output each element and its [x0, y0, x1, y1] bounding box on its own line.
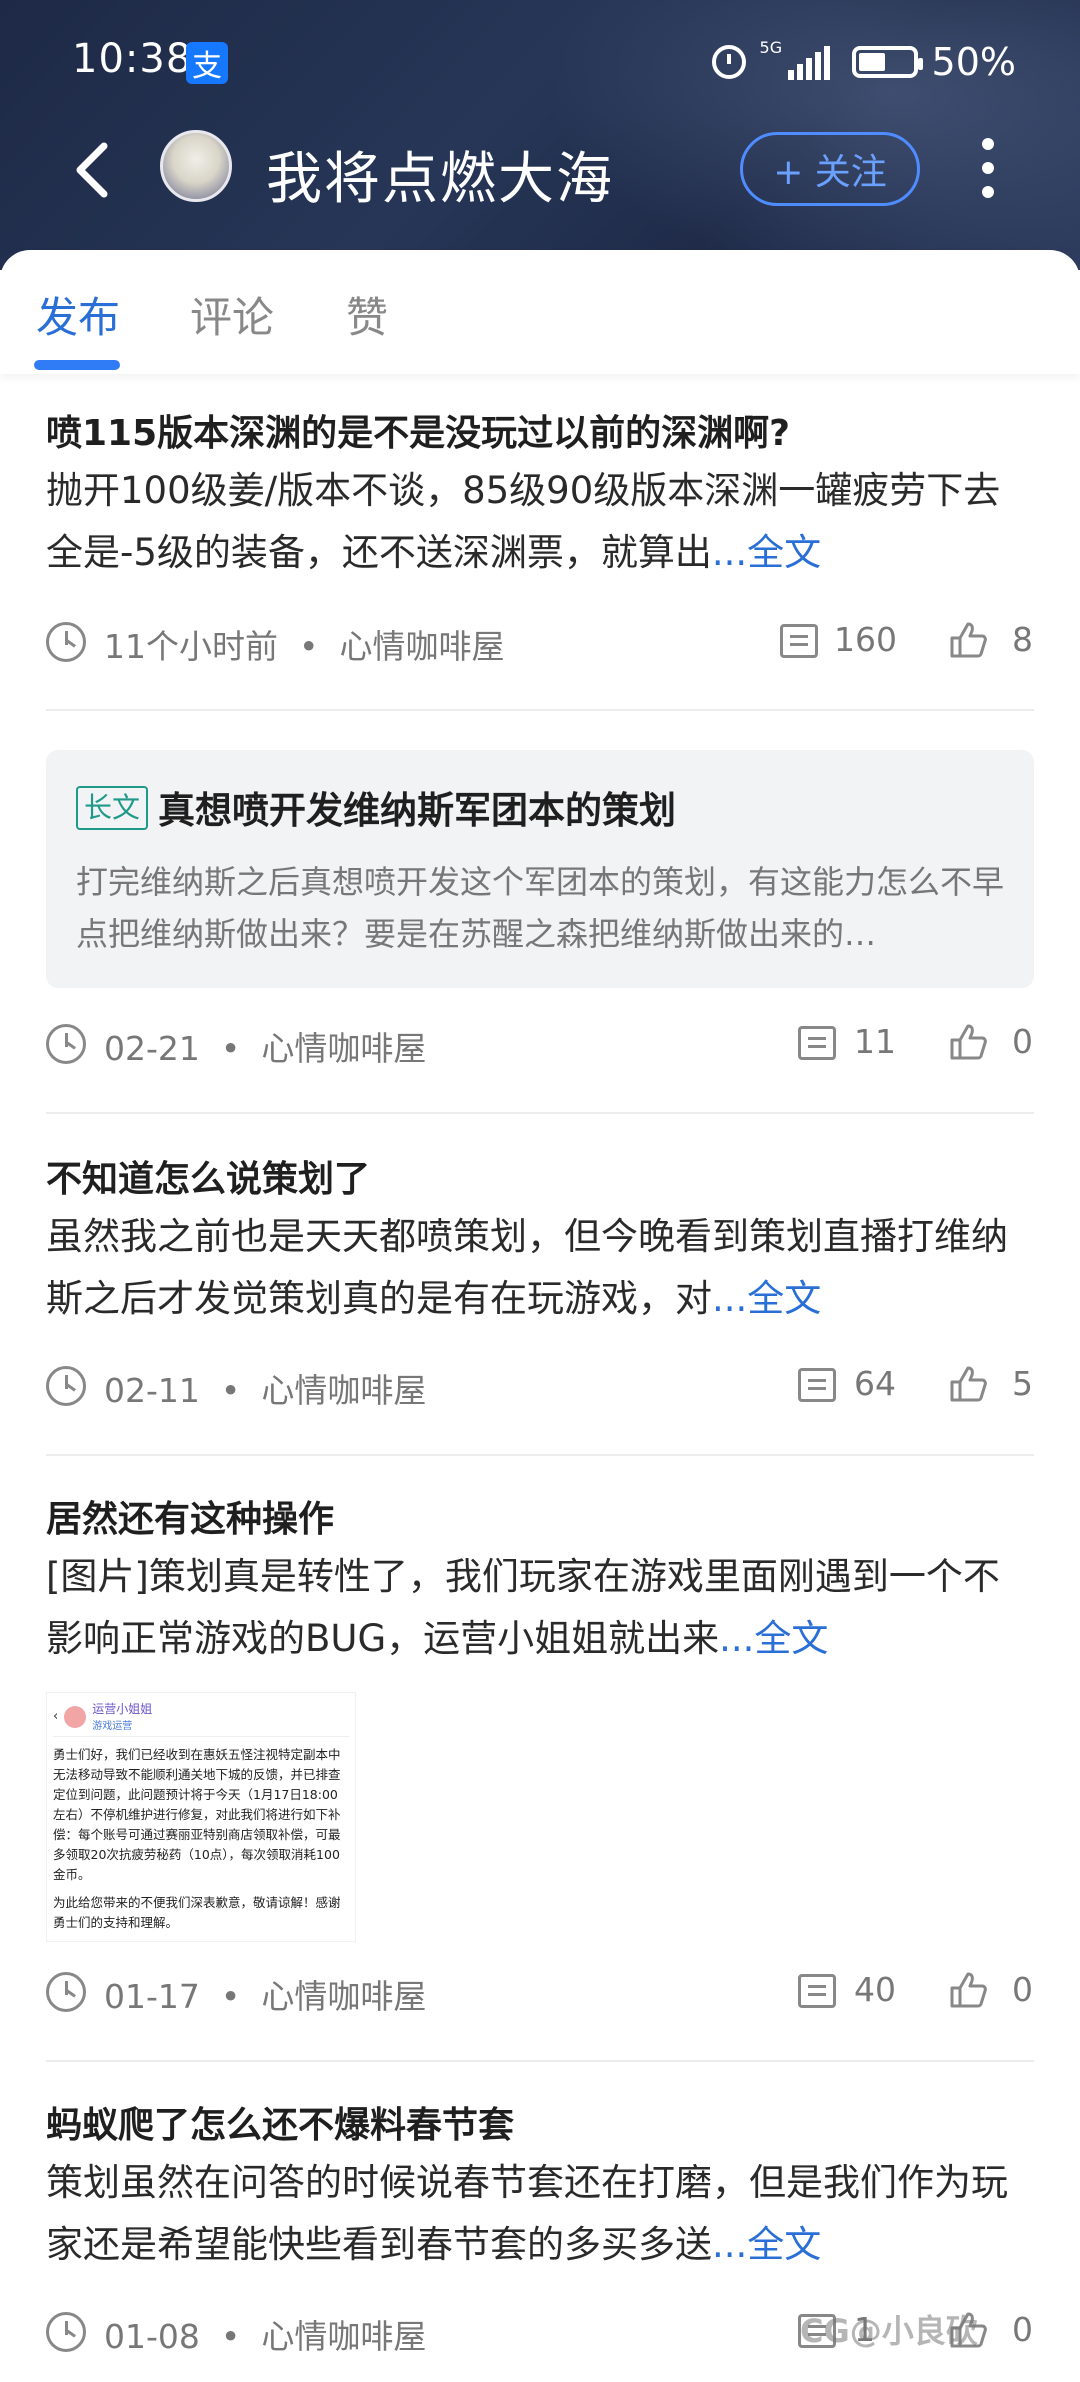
post-time: 01-17 • 心情咖啡屋: [104, 1977, 427, 2016]
longform-card[interactable]: 长文 真想喷开发维纳斯军团本的策划 打完维纳斯之后真想喷开发这个军团本的策划，有…: [46, 750, 1034, 988]
divider: [46, 709, 1034, 711]
read-more-link[interactable]: ...全文: [712, 1277, 821, 1320]
avatar[interactable]: [160, 130, 232, 202]
post-title[interactable]: 蚂蚁爬了怎么还不爆料春节套: [46, 2100, 1034, 2152]
comment-icon[interactable]: [798, 1026, 836, 1060]
post-item[interactable]: 喷115版本深渊的是不是没玩过以前的深渊啊? 抛开100级姜/版本不谈，85级9…: [46, 408, 1034, 584]
divider: [46, 2060, 1034, 2062]
divider: [46, 1454, 1034, 1456]
post-body: 策划虽然在问答的时候说春节套还在打磨，但是我们作为玩家还是希望能快些看到春节套的…: [46, 2161, 1008, 2266]
post-meta: 02-21 • 心情咖啡屋 11 0: [46, 1022, 1034, 1070]
tab-comments[interactable]: 评论: [190, 284, 274, 345]
back-arrow-icon: ‹: [53, 1709, 59, 1724]
comment-count: 40: [854, 1970, 896, 2009]
clock-icon: [46, 1366, 86, 1406]
post-title[interactable]: 居然还有这种操作: [46, 1494, 1034, 1546]
post-body: 虽然我之前也是天天都喷策划，但今晚看到策划直播打维纳斯之后才发觉策划真的是有在玩…: [46, 1215, 1008, 1320]
tab-posts[interactable]: 发布: [36, 284, 120, 345]
image-footer-text: 为此给您带来的不便我们深表歉意，敬请谅解！感谢勇士们的支持和理解。: [53, 1895, 341, 1930]
comment-icon[interactable]: [798, 1368, 836, 1402]
image-text: 勇士们好，我们已经收到在惠妖五怪注视特定副本中无法移动导致不能顺利通关地下城的反…: [53, 1747, 341, 1882]
follow-button[interactable]: + 关注: [740, 132, 920, 206]
avatar: [64, 1705, 87, 1728]
read-more-link[interactable]: ...全文: [719, 1617, 828, 1660]
battery-icon: [851, 46, 923, 78]
like-count: 0: [1012, 2310, 1033, 2349]
profile-header: 10:38 支 5G 50% 我将点燃大海 + 关注: [0, 0, 1080, 270]
comment-icon[interactable]: [780, 624, 818, 658]
clock-icon: [46, 2312, 86, 2352]
post-title[interactable]: 真想喷开发维纳斯军团本的策划: [158, 780, 676, 834]
post-time: 02-21 • 心情咖啡屋: [104, 1029, 427, 1068]
post-title[interactable]: 不知道怎么说策划了: [46, 1154, 1034, 1206]
read-more-link[interactable]: ...全文: [712, 2223, 821, 2266]
like-count: 5: [1012, 1364, 1033, 1403]
like-count: 0: [1012, 1970, 1033, 2009]
post-time: 11个小时前 • 心情咖啡屋: [104, 627, 505, 666]
post-body: 抛开100级姜/版本不谈，85级90级版本深渊一罐疲劳下去全是-5级的装备，还不…: [46, 469, 1001, 574]
post-body: [图片]策划真是转性了，我们玩家在游戏里面刚遇到一个不影响正常游戏的BUG，运营…: [46, 1555, 1000, 1660]
clock-icon: [46, 1024, 86, 1064]
alarm-icon: [711, 45, 746, 79]
like-count: 8: [1012, 620, 1033, 659]
alipay-icon: 支: [186, 42, 228, 84]
post-item[interactable]: 居然还有这种操作 [图片]策划真是转性了，我们玩家在游戏里面刚遇到一个不影响正常…: [46, 1494, 1034, 1670]
post-meta: 11个小时前 • 心情咖啡屋 160 8: [46, 620, 1034, 668]
battery-percent: 50%: [931, 40, 1016, 84]
comment-count: 11: [854, 1022, 896, 1061]
comment-count: 64: [854, 1364, 896, 1403]
post-image-thumbnail[interactable]: ‹ 运营小姐姐 游戏运营 勇士们好，我们已经收到在惠妖五怪注视特定副本中无法移动导…: [46, 1692, 356, 1942]
post-time: 01-08 • 心情咖啡屋: [104, 2317, 427, 2356]
status-time: 10:38: [72, 36, 193, 82]
thumbs-up-icon[interactable]: [948, 1970, 988, 2010]
post-excerpt: 打完维纳斯之后真想喷开发这个军团本的策划，有这能力怎么不早点把维纳斯做出来？要是…: [76, 863, 1005, 953]
watermark: CG@小良砍: [800, 2312, 978, 2350]
tab-bar: 发布 评论 赞: [0, 250, 1080, 374]
read-more-link[interactable]: ...全文: [712, 531, 821, 574]
comment-icon[interactable]: [798, 1974, 836, 2008]
status-indicators: 5G 50%: [711, 38, 1016, 84]
thumbs-up-icon[interactable]: [948, 1022, 988, 1062]
post-time: 02-11 • 心情咖啡屋: [104, 1371, 427, 1410]
image-header: ‹ 运营小姐姐 游戏运营: [53, 1697, 349, 1737]
divider: [46, 1112, 1034, 1114]
signal-icon: 5G: [760, 38, 830, 80]
clock-icon: [46, 622, 86, 662]
more-menu-icon[interactable]: [978, 138, 998, 198]
longform-tag: 长文: [76, 786, 149, 830]
post-meta: 02-11 • 心情咖啡屋 64 5: [46, 1364, 1034, 1412]
post-item[interactable]: 不知道怎么说策划了 虽然我之前也是天天都喷策划，但今晚看到策划直播打维纳斯之后才…: [46, 1154, 1034, 1330]
clock-icon: [46, 1972, 86, 2012]
tab-likes[interactable]: 赞: [346, 284, 388, 345]
comment-count: 160: [834, 620, 897, 659]
post-item[interactable]: 蚂蚁爬了怎么还不爆料春节套 策划虽然在问答的时候说春节套还在打磨，但是我们作为玩…: [46, 2100, 1034, 2276]
active-tab-indicator: [34, 360, 120, 370]
back-arrow-icon[interactable]: [70, 140, 114, 200]
thumbs-up-icon[interactable]: [948, 620, 988, 660]
like-count: 0: [1012, 1022, 1033, 1061]
post-title[interactable]: 喷115版本深渊的是不是没玩过以前的深渊啊?: [46, 408, 1034, 460]
post-meta: 01-17 • 心情咖啡屋 40 0: [46, 1970, 1034, 2018]
profile-name: 我将点燃大海: [266, 147, 614, 212]
status-bar: 10:38 支 5G 50%: [0, 0, 1080, 126]
thumbs-up-icon[interactable]: [948, 1364, 988, 1404]
